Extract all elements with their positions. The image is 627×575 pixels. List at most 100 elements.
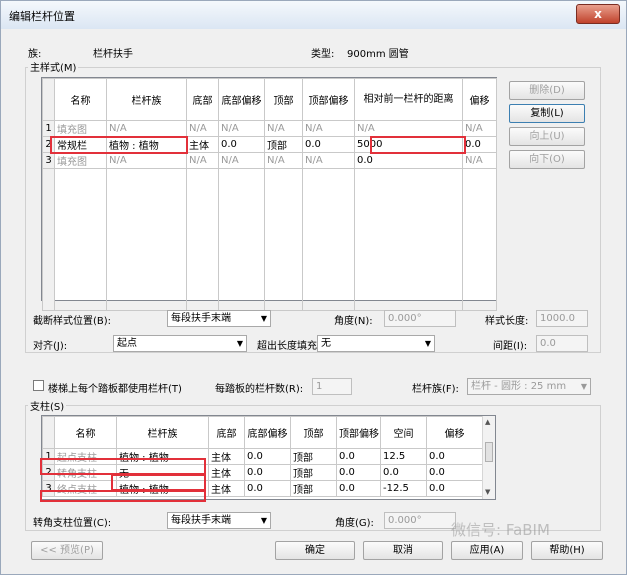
justify-value: 起点: [117, 338, 137, 349]
chevron-down-icon: ▼: [580, 382, 587, 391]
delete-button[interactable]: 删除(D): [509, 81, 585, 100]
cell-top[interactable]: N/A: [264, 120, 303, 137]
cell-base-offset[interactable]: 0.0: [244, 464, 291, 481]
copy-button[interactable]: 复制(L): [509, 104, 585, 123]
cell-base-offset[interactable]: 0.0: [218, 136, 265, 153]
move-down-button[interactable]: 向下(O): [509, 150, 585, 169]
highlight-row2-family: [50, 136, 188, 154]
family-label: 族:: [28, 49, 42, 60]
help-button[interactable]: 帮助(H): [531, 541, 603, 560]
excess-fill-select[interactable]: 无 ▼: [317, 335, 435, 352]
justify-label: 对齐(J):: [33, 341, 68, 352]
ok-button[interactable]: 确定: [275, 541, 355, 560]
baluster-per-tread-label: 楼梯上每个踏板都使用栏杆(T): [48, 384, 182, 395]
type-value: 900mm 圆管: [347, 49, 409, 60]
col-header-baluster-family: 栏杆族: [106, 78, 187, 121]
excess-fill-value: 无: [321, 338, 331, 349]
cell-distance[interactable]: 0.0: [354, 152, 463, 169]
cell-base[interactable]: 主体: [208, 448, 245, 465]
main-pattern-table[interactable]: 名称 栏杆族 底部 底部偏移 顶部 顶部偏移 相对前一栏杆的距离 偏移 1 填充…: [41, 77, 497, 311]
preview-button[interactable]: << 预览(P): [31, 541, 103, 560]
cell-offset[interactable]: N/A: [462, 120, 497, 137]
col-header-offset: 偏移: [426, 416, 483, 449]
cell-offset[interactable]: 0.0: [426, 464, 483, 481]
cell-name[interactable]: 填充图: [54, 152, 107, 169]
cell-space[interactable]: 12.5: [380, 448, 427, 465]
cell-top[interactable]: 顶部: [290, 448, 337, 465]
chevron-down-icon: ▼: [260, 516, 267, 525]
cell-family[interactable]: N/A: [106, 120, 187, 137]
col-header-offset: 偏移: [462, 78, 497, 121]
cell-base[interactable]: 主体: [208, 464, 245, 481]
balusters-per-tread-input[interactable]: 1: [312, 378, 352, 395]
baluster-family-label: 栏杆族(F):: [412, 384, 459, 395]
cell-top-offset[interactable]: N/A: [302, 152, 355, 169]
highlight-corner-post: [111, 474, 206, 491]
table-row[interactable]: 1 填充图 N/A N/A N/A N/A N/A N/A N/A: [42, 120, 497, 137]
cell-top[interactable]: 顶部: [290, 464, 337, 481]
apply-button[interactable]: 应用(A): [451, 541, 523, 560]
cell-top[interactable]: 顶部: [264, 136, 303, 153]
cell-space[interactable]: -12.5: [380, 480, 427, 497]
spacing-input[interactable]: 0.0: [536, 335, 588, 352]
cell-base-offset[interactable]: 0.0: [244, 480, 291, 497]
cell-base-offset[interactable]: N/A: [218, 152, 265, 169]
cell-top-offset[interactable]: 0.0: [336, 464, 381, 481]
highlight-row2-distance: [370, 136, 466, 154]
cell-base[interactable]: 主体: [208, 480, 245, 497]
edit-baluster-placement-dialog: 编辑栏杆位置 x 族: 栏杆扶手 类型: 900mm 圆管 主样式(M) 名称 …: [0, 0, 627, 575]
col-header-top-offset: 顶部偏移: [336, 416, 381, 449]
close-button[interactable]: x: [576, 4, 620, 24]
cell-offset[interactable]: N/A: [462, 152, 497, 169]
col-header-top: 顶部: [290, 416, 337, 449]
cell-top-offset[interactable]: 0.0: [302, 136, 355, 153]
col-header-name: 名称: [54, 416, 117, 449]
cell-offset[interactable]: 0.0: [462, 136, 497, 153]
cell-distance[interactable]: N/A: [354, 120, 463, 137]
baluster-family-select[interactable]: 栏杆 - 圆形 : 25 mm ▼: [467, 378, 591, 395]
chevron-down-icon: ▼: [236, 339, 243, 348]
cell-base[interactable]: N/A: [186, 120, 219, 137]
cell-base[interactable]: N/A: [186, 152, 219, 169]
baluster-per-tread-checkbox[interactable]: [33, 380, 44, 391]
cell-top-offset[interactable]: 0.0: [336, 448, 381, 465]
cell-top[interactable]: 顶部: [290, 480, 337, 497]
cell-base[interactable]: 主体: [186, 136, 219, 153]
corner-post-select[interactable]: 每段扶手末端 ▼: [167, 512, 271, 529]
cell-top-offset[interactable]: N/A: [302, 120, 355, 137]
scroll-up-icon[interactable]: ▲: [485, 418, 490, 426]
angle-label: 角度(N):: [334, 316, 373, 327]
col-header-base-offset: 底部偏移: [218, 78, 265, 121]
angle-input[interactable]: 0.000°: [384, 310, 456, 327]
baluster-family-value: 栏杆 - 圆形 : 25 mm: [471, 381, 567, 392]
cell-name[interactable]: 填充图: [54, 120, 107, 137]
col-header-base-offset: 底部偏移: [244, 416, 291, 449]
cancel-button[interactable]: 取消: [363, 541, 443, 560]
row-header-corner: [42, 78, 55, 121]
family-value: 栏杆扶手: [93, 49, 133, 60]
cell-family[interactable]: N/A: [106, 152, 187, 169]
table-row[interactable]: 3 填充图 N/A N/A N/A N/A N/A 0.0 N/A: [42, 152, 497, 169]
posts-scrollbar[interactable]: ▲ ▼: [482, 416, 495, 499]
move-up-button[interactable]: 向上(U): [509, 127, 585, 146]
col-header-distance: 相对前一栏杆的距离: [354, 78, 463, 121]
cell-top-offset[interactable]: 0.0: [336, 480, 381, 497]
title-bar: 编辑栏杆位置 x: [1, 1, 626, 29]
cell-offset[interactable]: 0.0: [426, 448, 483, 465]
corner-post-label: 转角支柱位置(C):: [33, 518, 112, 529]
post-angle-input[interactable]: 0.000°: [384, 512, 456, 529]
cell-top[interactable]: N/A: [264, 152, 303, 169]
cell-space[interactable]: 0.0: [380, 464, 427, 481]
cell-base-offset[interactable]: N/A: [218, 120, 265, 137]
cell-base-offset[interactable]: 0.0: [244, 448, 291, 465]
justify-select[interactable]: 起点 ▼: [113, 335, 247, 352]
break-pattern-value: 每段扶手末端: [171, 313, 231, 324]
break-pattern-select[interactable]: 每段扶手末端 ▼: [167, 310, 271, 327]
scroll-thumb[interactable]: [485, 442, 493, 462]
cell-offset[interactable]: 0.0: [426, 480, 483, 497]
type-label: 类型:: [311, 49, 335, 60]
scroll-down-icon[interactable]: ▼: [485, 488, 490, 496]
pattern-length-input[interactable]: 1000.0: [536, 310, 588, 327]
col-header-top: 顶部: [264, 78, 303, 121]
col-header-base: 底部: [186, 78, 219, 121]
